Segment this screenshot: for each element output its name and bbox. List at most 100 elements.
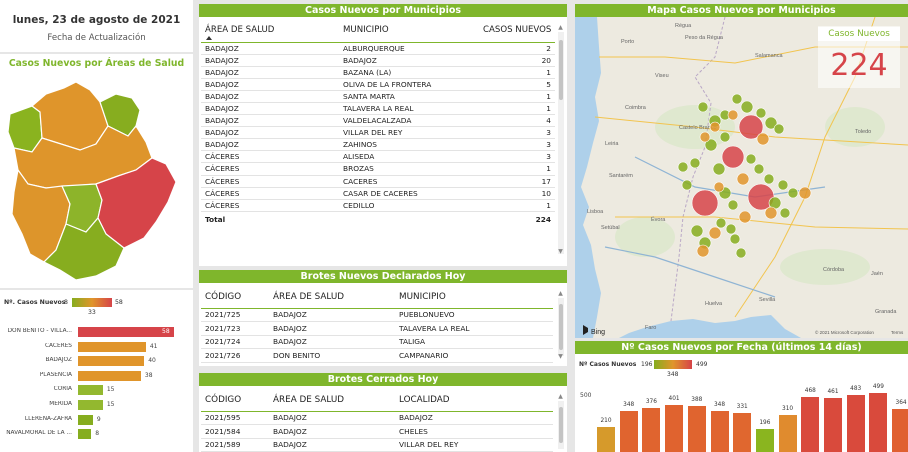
case-bubble[interactable]	[798, 186, 812, 200]
table-row[interactable]: BADAJOZ TALAVERA LA REAL 1	[201, 102, 555, 116]
scroll-down-icon[interactable]: ▼	[557, 353, 564, 360]
date-bar[interactable]	[869, 393, 888, 452]
case-bubble[interactable]	[697, 101, 709, 113]
case-bubble[interactable]	[721, 145, 745, 169]
col-casos-nuevos[interactable]: CASOS NUEVOS	[479, 20, 555, 42]
date-bar[interactable]	[824, 397, 842, 452]
case-bubble[interactable]	[738, 210, 752, 224]
case-bubble[interactable]	[763, 173, 775, 185]
case-bubble[interactable]	[787, 187, 799, 199]
date-bar[interactable]	[687, 406, 706, 452]
municipios-scrollbar[interactable]	[558, 32, 564, 254]
table-row[interactable]: BADAJOZ BADAJOZ 20	[201, 54, 555, 67]
table-row[interactable]: CÁCERES ALISEDA 3	[201, 150, 555, 164]
bar[interactable]	[78, 385, 103, 396]
case-bubble[interactable]	[712, 162, 726, 176]
case-bubble[interactable]	[719, 131, 731, 143]
case-bubble[interactable]	[756, 132, 770, 146]
case-bubble[interactable]	[753, 163, 765, 175]
map-terms-link[interactable]: Terms	[891, 330, 904, 335]
case-bubble[interactable]	[715, 217, 727, 229]
case-bubble[interactable]	[736, 172, 750, 186]
case-bubble[interactable]	[735, 247, 747, 259]
municipios-scroll-thumb[interactable]	[559, 40, 563, 100]
case-bubble[interactable]	[690, 224, 704, 238]
case-bubble[interactable]	[689, 157, 701, 169]
extremadura-map[interactable]	[0, 54, 193, 288]
date-bar[interactable]	[755, 428, 774, 452]
case-bubble[interactable]	[681, 179, 693, 191]
scroll-up-icon[interactable]: ▲	[557, 393, 564, 400]
scroll-up-icon[interactable]: ▲	[557, 290, 564, 297]
table-row[interactable]: BADAJOZ ALBURQUERQUE 2	[201, 42, 555, 55]
case-bubble[interactable]	[779, 207, 791, 219]
table-row[interactable]: 2021/589 BADAJOZ VILLAR DEL REY	[201, 438, 553, 452]
scroll-up-icon[interactable]: ▲	[557, 24, 564, 31]
table-row[interactable]: 2021/724 BADAJOZ TALIGA	[201, 335, 553, 350]
table-row[interactable]: BADAJOZ BAZANA (LA) 1	[201, 66, 555, 79]
table-row[interactable]: 2021/584 BADAJOZ CHELES	[201, 424, 553, 439]
table-row[interactable]: 2021/726 DON BENITO CAMPANARIO	[201, 348, 553, 363]
date-bar[interactable]	[665, 404, 684, 452]
col-localidad[interactable]: LOCALIDAD	[395, 389, 553, 411]
sort-arrow-icon[interactable]	[206, 36, 212, 40]
table-row[interactable]: BADAJOZ VALDELACALZADA 4	[201, 114, 555, 128]
col-municipio[interactable]: MUNICIPIO	[339, 20, 479, 42]
col-codigo[interactable]: CÓDIGO	[201, 286, 269, 308]
scroll-down-icon[interactable]: ▼	[557, 248, 564, 255]
date-bar[interactable]	[642, 407, 661, 452]
case-bubble[interactable]	[729, 233, 741, 245]
case-bubble[interactable]	[740, 100, 754, 114]
table-row[interactable]: BADAJOZ ZAHINOS 3	[201, 138, 555, 152]
date-bar[interactable]	[710, 410, 729, 452]
case-bubble[interactable]	[731, 93, 743, 105]
case-bubble[interactable]	[755, 107, 767, 119]
case-bubble[interactable]	[713, 181, 725, 193]
col-area-salud[interactable]: ÁREA DE SALUD	[269, 286, 395, 308]
col-municipio[interactable]: MUNICIPIO	[395, 286, 553, 308]
date-bar[interactable]	[846, 395, 865, 452]
table-row[interactable]: CÁCERES BROZAS 1	[201, 162, 555, 176]
case-bubble[interactable]	[708, 226, 722, 240]
case-bubble[interactable]	[727, 199, 739, 211]
bar[interactable]	[78, 356, 145, 367]
bar[interactable]	[78, 414, 93, 425]
case-bubble[interactable]	[727, 109, 739, 121]
case-bubble[interactable]	[709, 121, 721, 133]
case-bubble[interactable]	[691, 189, 719, 217]
table-row[interactable]: 2021/725 BADAJOZ PUEBLONUEVO	[201, 308, 553, 323]
date-bar[interactable]	[801, 396, 820, 452]
brotes-nuevos-scroll-thumb[interactable]	[559, 304, 563, 350]
col-codigo[interactable]: CÓDIGO	[201, 389, 269, 411]
col-area-salud[interactable]: ÁREA DE SALUD	[201, 20, 339, 42]
table-row[interactable]: CÁCERES CACERES 17	[201, 175, 555, 188]
brotes-cerrados-scrollbar[interactable]	[558, 401, 564, 449]
case-bubble[interactable]	[699, 131, 711, 143]
case-bubble[interactable]	[696, 244, 710, 258]
case-bubble[interactable]	[677, 161, 689, 173]
brotes-nuevos-scrollbar[interactable]	[558, 298, 564, 356]
table-row[interactable]: CÁCERES CEDILLO 1	[201, 199, 555, 212]
bar[interactable]	[78, 327, 174, 337]
date-bar[interactable]	[733, 412, 752, 452]
table-row[interactable]: BADAJOZ SANTA MARTA 1	[201, 90, 555, 103]
date-bar[interactable]	[892, 409, 908, 452]
table-row[interactable]: BADAJOZ VILLAR DEL REY 3	[201, 126, 555, 140]
case-bubble[interactable]	[777, 179, 789, 191]
case-bubble[interactable]	[725, 223, 737, 235]
table-row[interactable]: 2021/595 BADAJOZ BADAJOZ	[201, 411, 553, 426]
bar[interactable]	[78, 341, 146, 352]
case-bubble[interactable]	[764, 206, 778, 220]
case-bubble[interactable]	[773, 123, 785, 135]
date-bar[interactable]	[619, 410, 638, 452]
bar[interactable]	[78, 400, 103, 410]
table-row[interactable]: BADAJOZ OLIVA DE LA FRONTERA 5	[201, 78, 555, 91]
date-bar[interactable]	[778, 415, 797, 452]
bar[interactable]	[78, 370, 141, 381]
bar[interactable]	[78, 429, 92, 440]
brotes-cerrados-scroll-thumb[interactable]	[559, 407, 563, 443]
col-area-salud[interactable]: ÁREA DE SALUD	[269, 389, 395, 411]
case-bubble[interactable]	[745, 153, 757, 165]
table-row[interactable]: CÁCERES CASAR DE CACERES 10	[201, 187, 555, 200]
date-bar[interactable]	[597, 427, 615, 452]
